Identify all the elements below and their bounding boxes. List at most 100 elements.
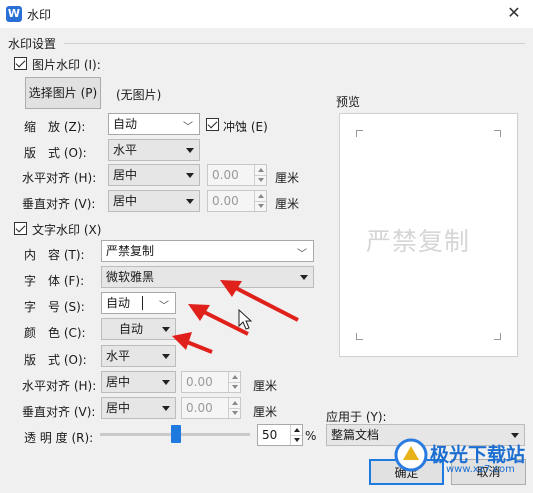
text-v-offset-spinner[interactable]: 0.00: [181, 397, 241, 419]
site-logo-url: www.xz7.com: [446, 464, 515, 475]
window-title: 水印: [27, 8, 52, 22]
size-label: 字 号 (S):: [24, 300, 85, 314]
spin-up-icon[interactable]: [254, 165, 266, 175]
text-v-offset-value: 0.00: [186, 401, 213, 415]
section-title: 水印设置: [8, 37, 57, 51]
section-divider: [64, 43, 525, 44]
image-v-offset-unit: 厘米: [275, 197, 300, 211]
spin-up-icon[interactable]: [228, 398, 240, 408]
size-value: 自动: [106, 296, 131, 310]
text-v-align-label: 垂直对齐 (V):: [22, 405, 96, 419]
preview-title: 预览: [336, 95, 361, 109]
image-h-offset-spinner[interactable]: 0.00: [207, 164, 267, 186]
text-h-align-label: 水平对齐 (H):: [22, 379, 97, 393]
color-value: 自动: [119, 322, 144, 336]
content-label: 内 容 (T):: [24, 248, 85, 262]
spin-down-icon[interactable]: [228, 408, 240, 418]
image-layout-value: 水平: [113, 143, 138, 157]
text-layout-value: 水平: [106, 349, 131, 363]
close-icon[interactable]: ✕: [503, 2, 525, 24]
color-select[interactable]: 自动: [101, 318, 176, 340]
apply-to-value: 整篇文档: [331, 428, 380, 442]
spin-down-icon[interactable]: [254, 201, 266, 211]
margin-corner-mark: [494, 130, 501, 137]
apply-to-label: 应用于 (Y):: [326, 410, 387, 424]
text-v-offset-unit: 厘米: [253, 405, 278, 419]
wps-app-icon: W: [6, 6, 22, 22]
dropdown-arrow-icon: [162, 327, 170, 332]
dropdown-arrow-icon: [186, 199, 194, 204]
margin-corner-mark: [356, 333, 363, 340]
image-layout-label: 版 式 (O):: [24, 146, 87, 160]
dropdown-arrow-icon: [511, 433, 519, 438]
image-layout-select[interactable]: 水平: [108, 139, 200, 161]
text-caret: [142, 296, 143, 310]
site-logo-icon: [394, 438, 428, 472]
spin-down-icon[interactable]: [228, 382, 240, 392]
chevron-down-icon: ﹀: [297, 249, 307, 260]
image-h-offset-unit: 厘米: [275, 171, 300, 185]
scale-label: 缩 放 (Z):: [24, 120, 86, 134]
margin-corner-mark: [494, 333, 501, 340]
image-v-offset-value: 0.00: [212, 194, 239, 208]
text-v-align-select[interactable]: 居中: [101, 397, 176, 419]
transparency-value: 50: [262, 428, 278, 442]
chevron-down-icon: ﹀: [159, 301, 169, 312]
transparency-spinner[interactable]: 50: [257, 424, 303, 446]
spin-up-icon[interactable]: [254, 191, 266, 201]
dropdown-arrow-icon: [186, 148, 194, 153]
spin-up-icon[interactable]: [290, 425, 302, 435]
chevron-down-icon: ﹀: [183, 122, 193, 133]
transparency-unit: %: [305, 429, 317, 443]
dropdown-arrow-icon: [162, 380, 170, 385]
image-v-align-value: 居中: [113, 194, 138, 208]
no-image-text: (无图片): [116, 88, 162, 102]
image-watermark-checkbox[interactable]: [14, 57, 27, 70]
annotation-arrow-color: [172, 332, 213, 354]
scale-select[interactable]: 自动 ﹀: [108, 113, 200, 135]
dropdown-arrow-icon: [186, 173, 194, 178]
image-h-align-select[interactable]: 居中: [108, 164, 200, 186]
color-label: 颜 色 (C):: [24, 326, 86, 340]
transparency-label: 透 明 度 (R):: [24, 431, 94, 445]
margin-corner-mark: [356, 130, 363, 137]
dropdown-arrow-icon: [162, 354, 170, 359]
text-h-offset-spinner[interactable]: 0.00: [181, 371, 241, 393]
text-h-align-value: 居中: [106, 375, 131, 389]
site-logo-text: 极光下载站: [430, 444, 526, 466]
text-watermark-label: 文字水印 (X): [32, 223, 102, 237]
content-value: 严禁复制: [106, 244, 155, 258]
text-h-offset-value: 0.00: [186, 375, 213, 389]
annotation-arrow-size: [188, 304, 249, 336]
mouse-cursor-icon: [238, 309, 253, 330]
image-watermark-label: 图片水印 (I):: [32, 58, 101, 72]
image-h-offset-value: 0.00: [212, 168, 239, 182]
spin-up-icon[interactable]: [228, 372, 240, 382]
font-select[interactable]: 微软雅黑: [101, 266, 314, 288]
text-watermark-checkbox[interactable]: [14, 222, 27, 235]
scale-value: 自动: [113, 117, 138, 131]
select-image-button[interactable]: 选择图片 (P): [25, 77, 101, 109]
preview-watermark-text: 严禁复制: [366, 227, 471, 256]
image-v-offset-spinner[interactable]: 0.00: [207, 190, 267, 212]
image-v-align-label: 垂直对齐 (V):: [22, 197, 96, 211]
text-layout-select[interactable]: 水平: [101, 345, 176, 367]
content-combobox[interactable]: 严禁复制 ﹀: [101, 240, 314, 262]
spin-down-icon[interactable]: [254, 175, 266, 185]
text-layout-label: 版 式 (O):: [24, 353, 87, 367]
text-h-align-select[interactable]: 居中: [101, 371, 176, 393]
title-bar: W 水印 ✕: [0, 0, 533, 28]
image-v-align-select[interactable]: 居中: [108, 190, 200, 212]
image-h-align-value: 居中: [113, 168, 138, 182]
preview-panel: 严禁复制: [339, 113, 518, 357]
washout-checkbox[interactable]: [206, 118, 219, 131]
font-value: 微软雅黑: [106, 270, 155, 284]
text-v-align-value: 居中: [106, 401, 131, 415]
size-combobox[interactable]: 自动 ﹀: [101, 292, 176, 314]
text-h-offset-unit: 厘米: [253, 379, 278, 393]
transparency-slider-thumb[interactable]: [171, 425, 181, 443]
dropdown-arrow-icon: [300, 275, 308, 280]
washout-label: 冲蚀 (E): [223, 120, 268, 134]
spin-down-icon[interactable]: [290, 435, 302, 445]
image-h-align-label: 水平对齐 (H):: [22, 171, 97, 185]
